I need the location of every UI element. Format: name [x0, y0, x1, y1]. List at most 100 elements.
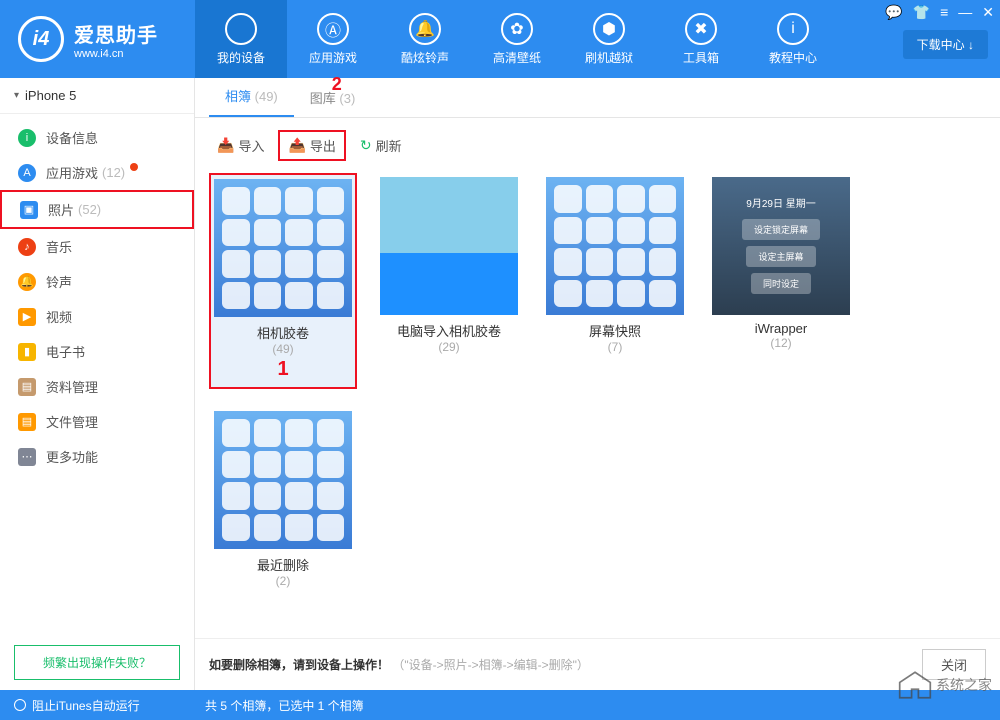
sidebar-item-label: 资料管理	[46, 377, 98, 396]
watermark: 系统之家	[898, 670, 992, 700]
photos-icon: ▣	[20, 201, 38, 219]
hint-bar: 如要删除相簿，请到设备上操作！ （"设备->照片->相簿->编辑->删除"） 关…	[195, 638, 1000, 690]
app-name: 爱思助手	[74, 19, 158, 48]
album-thumbnail: 9月29日 星期一设定锁定屏幕设定主屏幕同时设定	[712, 177, 850, 315]
sidebar-item-label: 照片	[48, 200, 74, 219]
sidebar-item-more[interactable]: ⋯更多功能	[0, 439, 194, 474]
refresh-button[interactable]: ↻ 刷新	[352, 132, 410, 159]
sidebar-item-label: 音乐	[46, 237, 72, 256]
device-selector[interactable]: iPhone 5	[0, 78, 194, 114]
top-nav-item[interactable]: i教程中心	[747, 0, 839, 78]
top-nav-item[interactable]: ⬢刷机越狱	[563, 0, 655, 78]
sidebar: iPhone 5 i设备信息A应用游戏(12)▣照片(52)♪音乐🔔铃声▶视频▮…	[0, 78, 195, 690]
block-itunes-label: 阻止iTunes自动运行	[32, 697, 140, 714]
logo-icon: i4	[18, 16, 64, 62]
sidebar-item-photos[interactable]: ▣ 照片 (52)	[0, 190, 194, 229]
album-item[interactable]: 相机胶卷(49) 1	[209, 173, 357, 389]
album-count: (7)	[541, 340, 689, 354]
top-nav-item[interactable]: 我的设备	[195, 0, 287, 78]
annotation-1: 1	[211, 358, 355, 381]
shirt-icon[interactable]: 👕	[913, 4, 930, 21]
nav-label: 工具箱	[683, 49, 719, 66]
help-link[interactable]: 频繁出现操作失败？	[14, 645, 180, 680]
sidebar-item-ring[interactable]: 🔔铃声	[0, 264, 194, 299]
sidebar-item-ebook[interactable]: ▮ 电子书	[0, 334, 194, 369]
album-count: (29)	[375, 340, 523, 354]
refresh-label: 刷新	[376, 136, 402, 155]
sidebar-item-info[interactable]: i设备信息	[0, 120, 194, 155]
nav-label: 刷机越狱	[585, 49, 633, 66]
sidebar-item-data[interactable]: ▤资料管理	[0, 369, 194, 404]
top-nav-item[interactable]: 🔔酷炫铃声	[379, 0, 471, 78]
nav-icon: ✿	[501, 13, 533, 45]
export-icon: 📤	[288, 137, 305, 154]
more-icon: ⋯	[18, 448, 36, 466]
app-url: www.i4.cn	[74, 48, 158, 60]
feedback-icon[interactable]: 💬	[885, 4, 902, 21]
app-logo: i4 爱思助手 www.i4.cn	[0, 16, 195, 62]
ebook-icon: ▮	[18, 343, 36, 361]
info-icon: i	[18, 129, 36, 147]
watermark-icon	[898, 670, 932, 700]
album-thumbnail	[214, 179, 352, 317]
top-nav-item[interactable]: ✿ 高清壁纸	[471, 0, 563, 78]
album-item[interactable]: 9月29日 星期一设定锁定屏幕设定主屏幕同时设定 iWrapper(12)	[707, 173, 855, 389]
sidebar-item-apps[interactable]: A应用游戏(12)	[0, 155, 194, 190]
album-label: 最近删除	[209, 555, 357, 574]
album-label: 电脑导入相机胶卷	[375, 321, 523, 340]
top-nav: 我的设备 Ⓐ应用游戏🔔酷炫铃声 ✿ 高清壁纸 ⬢刷机越狱 ✖ 工具箱 i教程中心	[195, 0, 839, 78]
tab-count: (3)	[339, 91, 355, 106]
album-thumbnail	[380, 177, 518, 315]
tab-label: 相簿	[225, 89, 251, 104]
album-item[interactable]: 电脑导入相机胶卷(29)	[375, 173, 523, 389]
music-icon: ♪	[18, 238, 36, 256]
minimize-icon[interactable]: —	[958, 4, 972, 21]
sidebar-item-video[interactable]: ▶视频	[0, 299, 194, 334]
window-controls: 💬 👕 ≡ — ✕	[885, 4, 994, 21]
menu-icon[interactable]: ≡	[940, 4, 948, 21]
sidebar-item-file[interactable]: ▤ 文件管理	[0, 404, 194, 439]
album-label: iWrapper	[707, 321, 855, 336]
nav-label: 高清壁纸	[493, 49, 541, 66]
nav-icon: ✖	[685, 13, 717, 45]
album-count: (2)	[209, 574, 357, 588]
hint-sub: （"设备->照片->相簿->编辑->删除"）	[392, 658, 589, 672]
album-grid: 相机胶卷(49)1电脑导入相机胶卷(29)屏幕快照(7)9月29日 星期一设定锁…	[195, 173, 1000, 588]
status-bar: 阻止iTunes自动运行 共 5 个相簿，已选中 1 个相簿	[0, 690, 1000, 720]
import-button[interactable]: 📥 导入	[209, 132, 272, 159]
nav-icon: i	[777, 13, 809, 45]
album-label: 屏幕快照	[541, 321, 689, 340]
sidebar-item-count: (52)	[78, 202, 101, 217]
tab[interactable]: 图库 (3)	[294, 78, 372, 117]
download-center-button[interactable]: 下载中心 ↓	[903, 30, 988, 59]
album-label: 相机胶卷	[211, 323, 355, 342]
block-itunes-toggle[interactable]: 阻止iTunes自动运行	[14, 697, 195, 714]
content-area: 相簿 (49)2图库 (3) 📥 导入 📤 导出 ↻ 刷新 相机胶卷(49)1电…	[195, 78, 1000, 690]
content-tabs: 相簿 (49)2图库 (3)	[195, 78, 1000, 118]
nav-label: 我的设备	[217, 49, 265, 66]
tab-count: (49)	[255, 89, 278, 104]
tab[interactable]: 相簿 (49)2	[209, 76, 294, 117]
close-icon[interactable]: ✕	[982, 4, 994, 21]
export-label: 导出	[310, 136, 336, 155]
file-icon: ▤	[18, 413, 36, 431]
album-item[interactable]: 最近删除(2)	[209, 407, 357, 588]
sidebar-item-label: 文件管理	[46, 412, 98, 431]
sidebar-item-label: 铃声	[46, 272, 72, 291]
album-count: (12)	[707, 336, 855, 350]
nav-icon: 🔔	[409, 13, 441, 45]
import-label: 导入	[238, 136, 264, 155]
album-thumbnail	[546, 177, 684, 315]
album-item[interactable]: 屏幕快照(7)	[541, 173, 689, 389]
nav-icon: Ⓐ	[317, 13, 349, 45]
import-icon: 📥	[217, 137, 234, 154]
hint-text: 如要删除相簿，请到设备上操作！	[209, 658, 389, 672]
album-thumbnail	[214, 411, 352, 549]
album-count: (49)	[211, 342, 355, 356]
export-button[interactable]: 📤 导出	[278, 130, 345, 161]
sidebar-item-music[interactable]: ♪ 音乐	[0, 229, 194, 264]
top-nav-item[interactable]: ✖ 工具箱	[655, 0, 747, 78]
top-nav-item[interactable]: Ⓐ应用游戏	[287, 0, 379, 78]
sidebar-item-label: 应用游戏	[46, 163, 98, 182]
sidebar-item-label: 电子书	[46, 342, 85, 361]
